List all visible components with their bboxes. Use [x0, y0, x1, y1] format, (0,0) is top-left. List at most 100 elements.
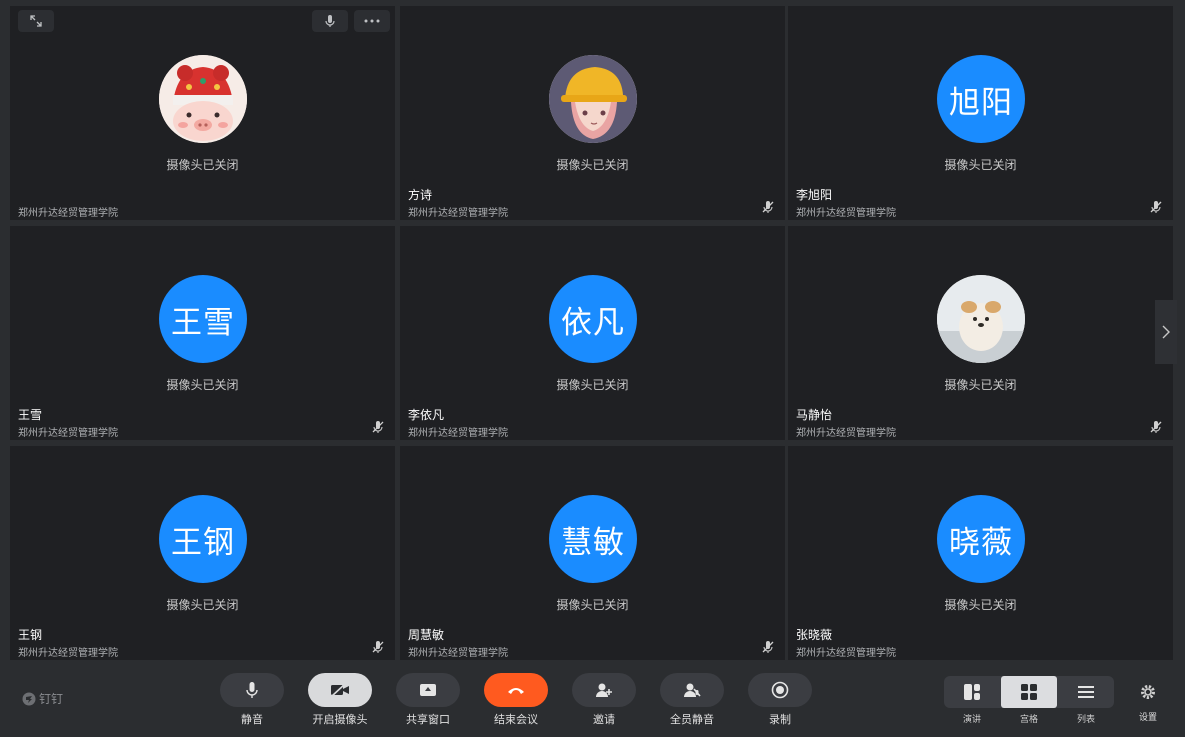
- participant-tile[interactable]: 慧敏 摄像头已关闭 周慧敏 郑州升达经贸管理学院: [400, 446, 785, 660]
- avatar: [937, 275, 1025, 363]
- participant-name: 马静怡: [796, 408, 833, 422]
- speaker-view-label: 演讲: [962, 715, 981, 725]
- camera-status-text: 摄像头已关闭: [556, 158, 629, 172]
- participant-tile[interactable]: 摄像头已关闭 郑州升达经贸管理学院: [10, 6, 395, 220]
- girl-avatar-icon: [549, 55, 637, 143]
- camera-label: 开启摄像头: [312, 713, 368, 726]
- dingtalk-logo-icon: [22, 692, 36, 705]
- participant-name: 王雪: [18, 408, 43, 422]
- mute-all-button[interactable]: 全员静音: [660, 673, 724, 727]
- participant-name: 王钢: [18, 628, 43, 642]
- mute-all-pill[interactable]: [660, 673, 724, 707]
- participant-org: 郑州升达经贸管理学院: [18, 428, 118, 439]
- participant-org: 郑州升达经贸管理学院: [408, 208, 508, 219]
- fullscreen-button[interactable]: [18, 10, 54, 32]
- record-label: 录制: [769, 713, 791, 726]
- grid-layout-icon: [1021, 684, 1037, 700]
- end-label: 结束会议: [494, 713, 538, 726]
- avatar: 旭阳: [937, 55, 1025, 143]
- list-view-button[interactable]: [1058, 676, 1114, 708]
- invite-label: 邀请: [593, 713, 615, 726]
- camera-status-text: 摄像头已关闭: [944, 598, 1017, 612]
- participant-tile[interactable]: 王雪 摄像头已关闭 王雪 郑州升达经贸管理学院: [10, 226, 395, 440]
- mic-muted-icon: [1150, 421, 1162, 433]
- mute-button[interactable]: 静音: [220, 673, 284, 727]
- avatar: 慧敏: [549, 495, 637, 583]
- invite-pill[interactable]: [572, 673, 636, 707]
- speaker-layout-icon: [964, 684, 980, 700]
- camera-status-text: 摄像头已关闭: [166, 598, 239, 612]
- record-pill[interactable]: [748, 673, 812, 707]
- participant-name: 周慧敏: [408, 628, 445, 642]
- end-meeting-button[interactable]: 结束会议: [484, 673, 548, 727]
- dog-avatar-icon: [937, 275, 1025, 363]
- expand-icon: [30, 15, 42, 27]
- add-user-icon: [596, 683, 612, 697]
- record-button[interactable]: 录制: [748, 673, 812, 727]
- more-dots-icon: [364, 19, 380, 23]
- participant-tile[interactable]: 王钢 摄像头已关闭 王钢 郑州升达经贸管理学院: [10, 446, 395, 660]
- mute-all-label: 全员静音: [670, 713, 714, 726]
- camera-pill[interactable]: [308, 673, 372, 707]
- camera-status-text: 摄像头已关闭: [166, 378, 239, 392]
- record-icon: [771, 681, 789, 699]
- grid-view-button[interactable]: [1001, 676, 1057, 708]
- camera-status-text: 摄像头已关闭: [944, 158, 1017, 172]
- meeting-toolbar: 钉钉 静音 开启摄像头 共享窗口 结束会议 邀请 全员静音 录制 演讲 宫格 列…: [0, 662, 1185, 737]
- microphone-icon: [325, 15, 335, 27]
- avatar: [159, 55, 247, 143]
- share-label: 共享窗口: [406, 713, 450, 726]
- grid-view-label: 宫格: [1019, 715, 1038, 725]
- brand: 钉钉: [22, 690, 63, 707]
- participant-name: 李依凡: [408, 408, 445, 422]
- participant-tile[interactable]: 摄像头已关闭 方诗 郑州升达经贸管理学院: [400, 6, 785, 220]
- share-screen-icon: [420, 684, 436, 696]
- participant-org: 郑州升达经贸管理学院: [796, 428, 896, 439]
- speaker-view-button[interactable]: [944, 676, 1000, 708]
- mute-pill[interactable]: [220, 673, 284, 707]
- participant-tile[interactable]: 依凡 摄像头已关闭 李依凡 郑州升达经贸管理学院: [400, 226, 785, 440]
- mute-label: 静音: [241, 713, 263, 726]
- camera-off-icon: [331, 683, 349, 697]
- participant-tile[interactable]: 旭阳 摄像头已关闭 李旭阳 郑州升达经贸管理学院: [788, 6, 1173, 220]
- pig-avatar-icon: [159, 55, 247, 143]
- chevron-right-icon: [1162, 325, 1170, 339]
- hang-up-icon: [508, 688, 524, 694]
- participant-tile[interactable]: 晓薇 摄像头已关闭 张晓薇 郑州升达经贸管理学院: [788, 446, 1173, 660]
- mic-muted-icon: [1150, 201, 1162, 213]
- invite-button[interactable]: 邀请: [572, 673, 636, 727]
- participant-tile[interactable]: 摄像头已关闭 马静怡 郑州升达经贸管理学院: [788, 226, 1173, 440]
- participant-name: 李旭阳: [796, 188, 833, 202]
- participant-org: 郑州升达经贸管理学院: [408, 428, 508, 439]
- mic-status-button[interactable]: [312, 10, 348, 32]
- mic-muted-icon: [762, 641, 774, 653]
- camera-status-text: 摄像头已关闭: [166, 158, 239, 172]
- end-pill[interactable]: [484, 673, 548, 707]
- camera-status-text: 摄像头已关闭: [944, 378, 1017, 392]
- settings-label: 设置: [1138, 713, 1157, 723]
- participant-org: 郑州升达经贸管理学院: [408, 648, 508, 659]
- participant-org: 郑州升达经贸管理学院: [796, 648, 896, 659]
- participant-name: 张晓薇: [796, 628, 833, 642]
- share-pill[interactable]: [396, 673, 460, 707]
- camera-status-text: 摄像头已关闭: [556, 598, 629, 612]
- mic-muted-icon: [762, 201, 774, 213]
- more-options-button[interactable]: [354, 10, 390, 32]
- participant-org: 郑州升达经贸管理学院: [796, 208, 896, 219]
- share-window-button[interactable]: 共享窗口: [396, 673, 460, 727]
- participant-org: 郑州升达经贸管理学院: [18, 648, 118, 659]
- camera-status-text: 摄像头已关闭: [556, 378, 629, 392]
- participant-name: 方诗: [408, 188, 433, 202]
- mic-muted-icon: [372, 421, 384, 433]
- settings-button[interactable]: 设置: [1116, 684, 1180, 723]
- avatar: 晓薇: [937, 495, 1025, 583]
- list-layout-icon: [1078, 686, 1094, 698]
- next-page-button[interactable]: [1155, 300, 1177, 364]
- avatar: 依凡: [549, 275, 637, 363]
- brand-label: 钉钉: [39, 692, 64, 706]
- microphone-icon: [246, 682, 258, 698]
- participant-org: 郑州升达经贸管理学院: [18, 208, 118, 219]
- mic-muted-icon: [372, 641, 384, 653]
- view-mode-switch: 演讲 宫格 列表: [944, 676, 1114, 725]
- camera-button[interactable]: 开启摄像头: [308, 673, 372, 727]
